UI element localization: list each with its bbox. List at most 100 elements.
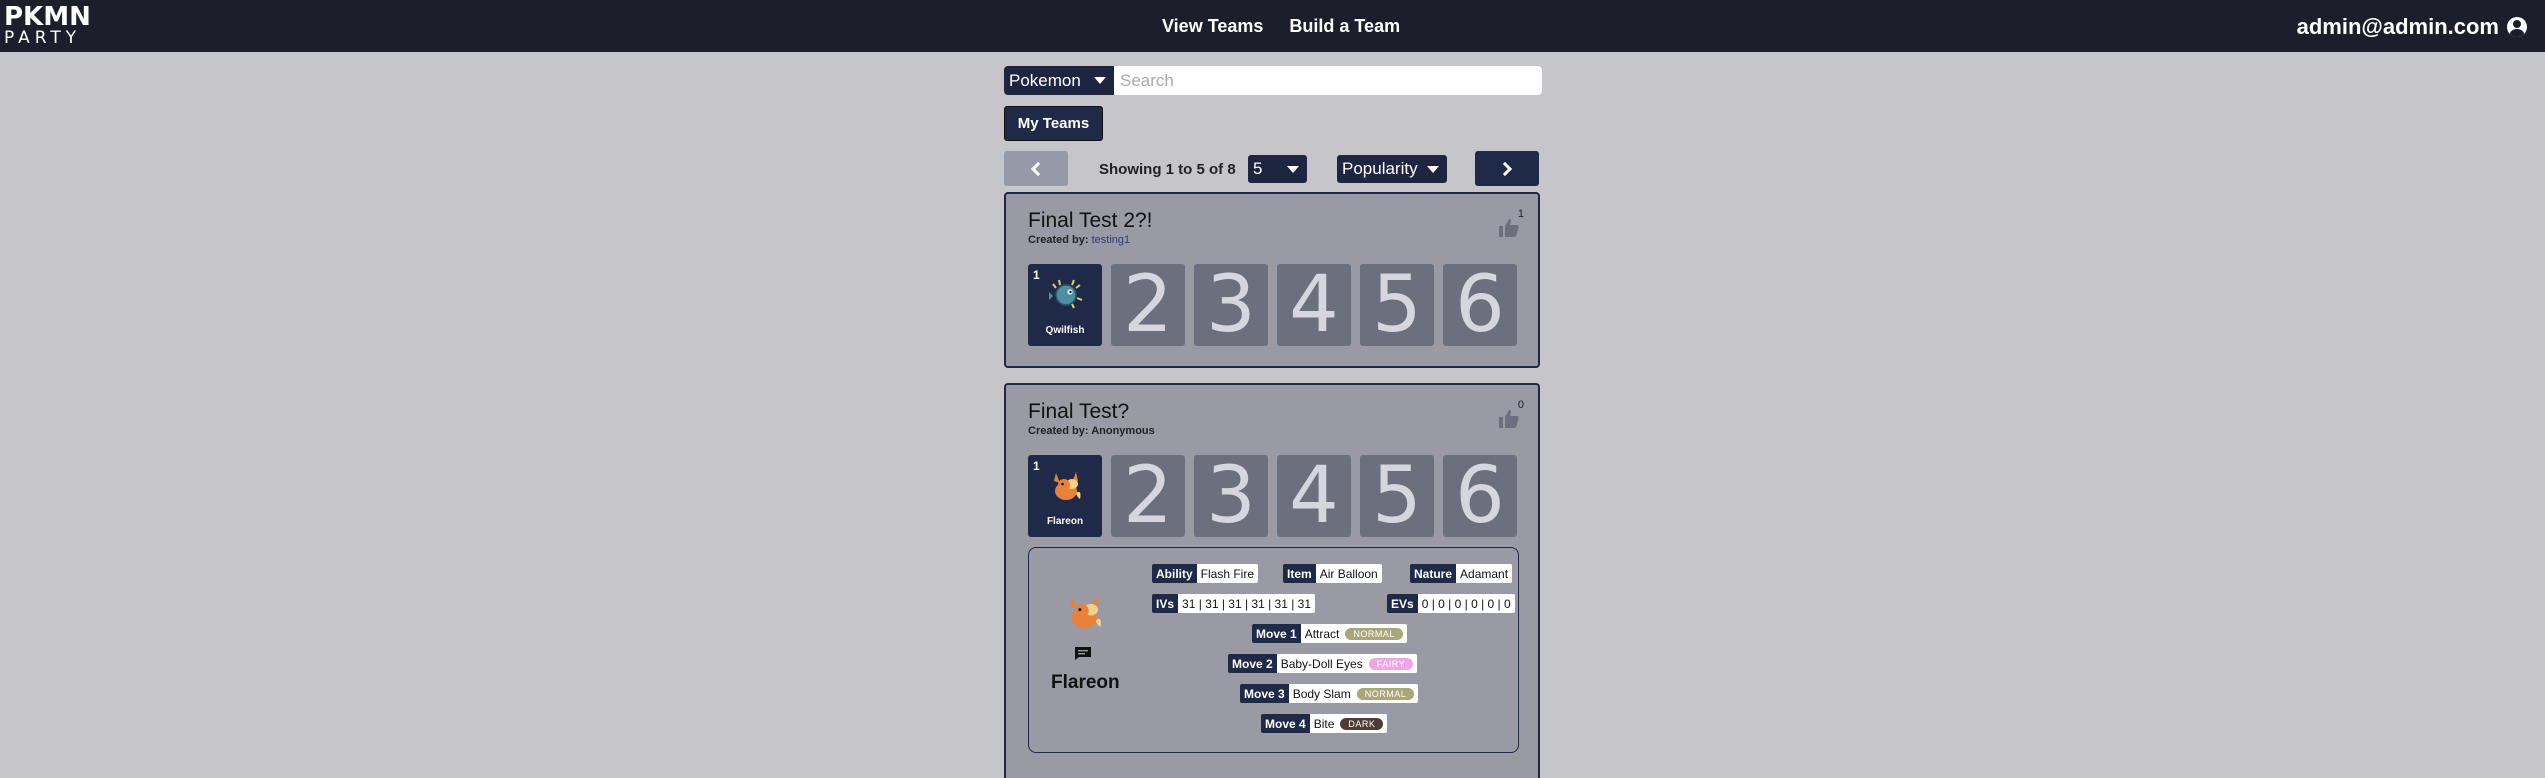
slot-pokemon-name: Qwilfish xyxy=(1045,325,1085,336)
caret-down-icon xyxy=(1287,165,1299,173)
move-value: Baby-Doll Eyes FAIRY xyxy=(1276,654,1418,673)
team-card[interactable]: Final Test 2?! Created by: testing1 1 1 … xyxy=(1004,192,1540,368)
team-creator: Created by: testing1 xyxy=(1028,234,1130,246)
move-name: Bite xyxy=(1313,716,1335,731)
empty-slot[interactable]: 2 xyxy=(1111,451,1185,541)
move-value: Bite DARK xyxy=(1309,714,1388,733)
like-button[interactable]: 1 xyxy=(1498,208,1524,238)
navbar: PKMN PARTY View Teams Build a Team admin… xyxy=(0,0,2545,52)
created-by-label: Created by: xyxy=(1028,234,1089,246)
ivs-tag: IVs 31 | 31 | 31 | 31 | 31 | 31 xyxy=(1152,594,1316,613)
per-page-value: 5 xyxy=(1253,159,1263,178)
move-label: Move 2 xyxy=(1228,654,1277,673)
move-value: Body Slam NORMAL xyxy=(1288,684,1419,703)
empty-slot[interactable]: 3 xyxy=(1194,260,1268,350)
comment-icon[interactable] xyxy=(1074,646,1092,661)
prev-page-button[interactable] xyxy=(1004,151,1068,186)
move-name: Body Slam xyxy=(1292,686,1351,701)
pokemon-detail-panel: Flareon Ability Flash Fire Item Air Ball… xyxy=(1028,547,1519,753)
ability-tag: Ability Flash Fire xyxy=(1152,564,1259,583)
qwilfish-sprite-icon xyxy=(1049,279,1083,309)
move-value: Attract NORMAL xyxy=(1300,624,1407,643)
flareon-sprite-icon xyxy=(1070,595,1101,629)
move-tag: Move 3 Body Slam NORMAL xyxy=(1240,684,1419,703)
empty-slot[interactable]: 6 xyxy=(1443,451,1517,541)
chevron-left-icon xyxy=(1030,161,1046,176)
logo[interactable]: PKMN PARTY xyxy=(4,4,91,47)
move-label: Move 3 xyxy=(1240,684,1289,703)
per-page-select[interactable]: 5 xyxy=(1248,155,1307,183)
move-type-badge: DARK xyxy=(1340,717,1384,730)
creator-name: Anonymous xyxy=(1091,425,1155,437)
like-button[interactable]: 0 xyxy=(1498,399,1524,429)
search-bar: Pokemon xyxy=(1004,66,1542,95)
slot-number: 1 xyxy=(1033,268,1040,282)
thumbs-up-icon xyxy=(1499,410,1519,428)
search-category-value: Pokemon xyxy=(1009,70,1081,90)
ability-label: Ability xyxy=(1152,564,1197,583)
ivs-label: IVs xyxy=(1152,594,1179,613)
nav-view-teams[interactable]: View Teams xyxy=(1162,16,1263,37)
move-type-badge: NORMAL xyxy=(1356,687,1415,700)
created-by-label: Created by: xyxy=(1028,425,1089,437)
thumbs-up-icon xyxy=(1499,219,1519,237)
move-label: Move 1 xyxy=(1252,624,1301,643)
chevron-right-icon xyxy=(1497,161,1513,176)
pokemon-slot-1[interactable]: 1 Qwilfish xyxy=(1028,264,1102,346)
nature-label: Nature xyxy=(1410,564,1457,583)
move-name: Attract xyxy=(1304,626,1340,641)
move-type-badge: NORMAL xyxy=(1345,627,1403,640)
ivs-value: 31 | 31 | 31 | 31 | 31 | 31 xyxy=(1178,594,1316,613)
nature-value: Adamant xyxy=(1456,564,1513,583)
slot-number: 1 xyxy=(1033,459,1040,473)
empty-slot[interactable]: 2 xyxy=(1111,260,1185,350)
search-input[interactable] xyxy=(1114,66,1542,95)
team-title: Final Test 2?! xyxy=(1028,209,1153,232)
evs-tag: EVs 0 | 0 | 0 | 0 | 0 | 0 xyxy=(1387,594,1515,613)
user-email: admin@admin.com xyxy=(2296,14,2499,39)
evs-value: 0 | 0 | 0 | 0 | 0 | 0 xyxy=(1417,594,1515,613)
next-page-button[interactable] xyxy=(1475,151,1539,186)
empty-slot[interactable]: 5 xyxy=(1360,260,1434,350)
empty-slot[interactable]: 4 xyxy=(1277,451,1351,541)
caret-down-icon xyxy=(1094,77,1106,84)
my-teams-button[interactable]: My Teams xyxy=(1004,106,1103,141)
creator-link[interactable]: testing1 xyxy=(1092,234,1131,246)
move-tag: Move 2 Baby-Doll Eyes FAIRY xyxy=(1228,654,1418,673)
team-slots: 1 Qwilfish 2 3 4 5 6 xyxy=(1028,260,1517,350)
caret-down-icon xyxy=(1427,165,1439,173)
showing-text: Showing 1 to 5 of 8 xyxy=(1099,161,1236,178)
logo-line2: PARTY xyxy=(4,28,82,48)
detail-pokemon-name: Flareon xyxy=(1051,672,1120,693)
sort-select[interactable]: Popularity xyxy=(1337,155,1447,183)
nature-tag: Nature Adamant xyxy=(1410,564,1513,583)
item-value: Air Balloon xyxy=(1315,564,1382,583)
empty-slot[interactable]: 4 xyxy=(1277,260,1351,350)
team-card[interactable]: Final Test? Created by: Anonymous 0 1 Fl… xyxy=(1004,383,1540,778)
user-menu[interactable]: admin@admin.com xyxy=(2297,14,2527,40)
slot-pokemon-name: Flareon xyxy=(1046,516,1084,527)
move-label: Move 4 xyxy=(1261,714,1310,733)
flareon-sprite-icon xyxy=(1054,472,1081,500)
team-title: Final Test? xyxy=(1028,400,1130,423)
empty-slot[interactable]: 5 xyxy=(1360,451,1434,541)
item-label: Item xyxy=(1283,564,1316,583)
move-tag: Move 4 Bite DARK xyxy=(1261,714,1388,733)
evs-label: EVs xyxy=(1387,594,1418,613)
move-name: Baby-Doll Eyes xyxy=(1280,656,1363,671)
nav-links: View Teams Build a Team xyxy=(1162,16,1400,37)
pokemon-slot-1[interactable]: 1 Flareon xyxy=(1028,455,1102,537)
move-tag: Move 1 Attract NORMAL xyxy=(1252,624,1407,643)
sort-value: Popularity xyxy=(1342,159,1418,178)
logo-line1: PKMN xyxy=(4,2,91,32)
search-category-select[interactable]: Pokemon xyxy=(1004,66,1114,95)
empty-slot[interactable]: 3 xyxy=(1194,451,1268,541)
empty-slot[interactable]: 6 xyxy=(1443,260,1517,350)
nav-build-team[interactable]: Build a Team xyxy=(1289,16,1400,37)
item-tag: Item Air Balloon xyxy=(1283,564,1382,583)
team-creator: Created by: Anonymous xyxy=(1028,425,1155,437)
ability-value: Flash Fire xyxy=(1196,564,1259,583)
move-type-badge: FAIRY xyxy=(1368,657,1414,670)
team-slots: 1 Flareon 2 3 4 5 6 xyxy=(1028,451,1517,541)
user-circle-icon xyxy=(2507,17,2527,37)
